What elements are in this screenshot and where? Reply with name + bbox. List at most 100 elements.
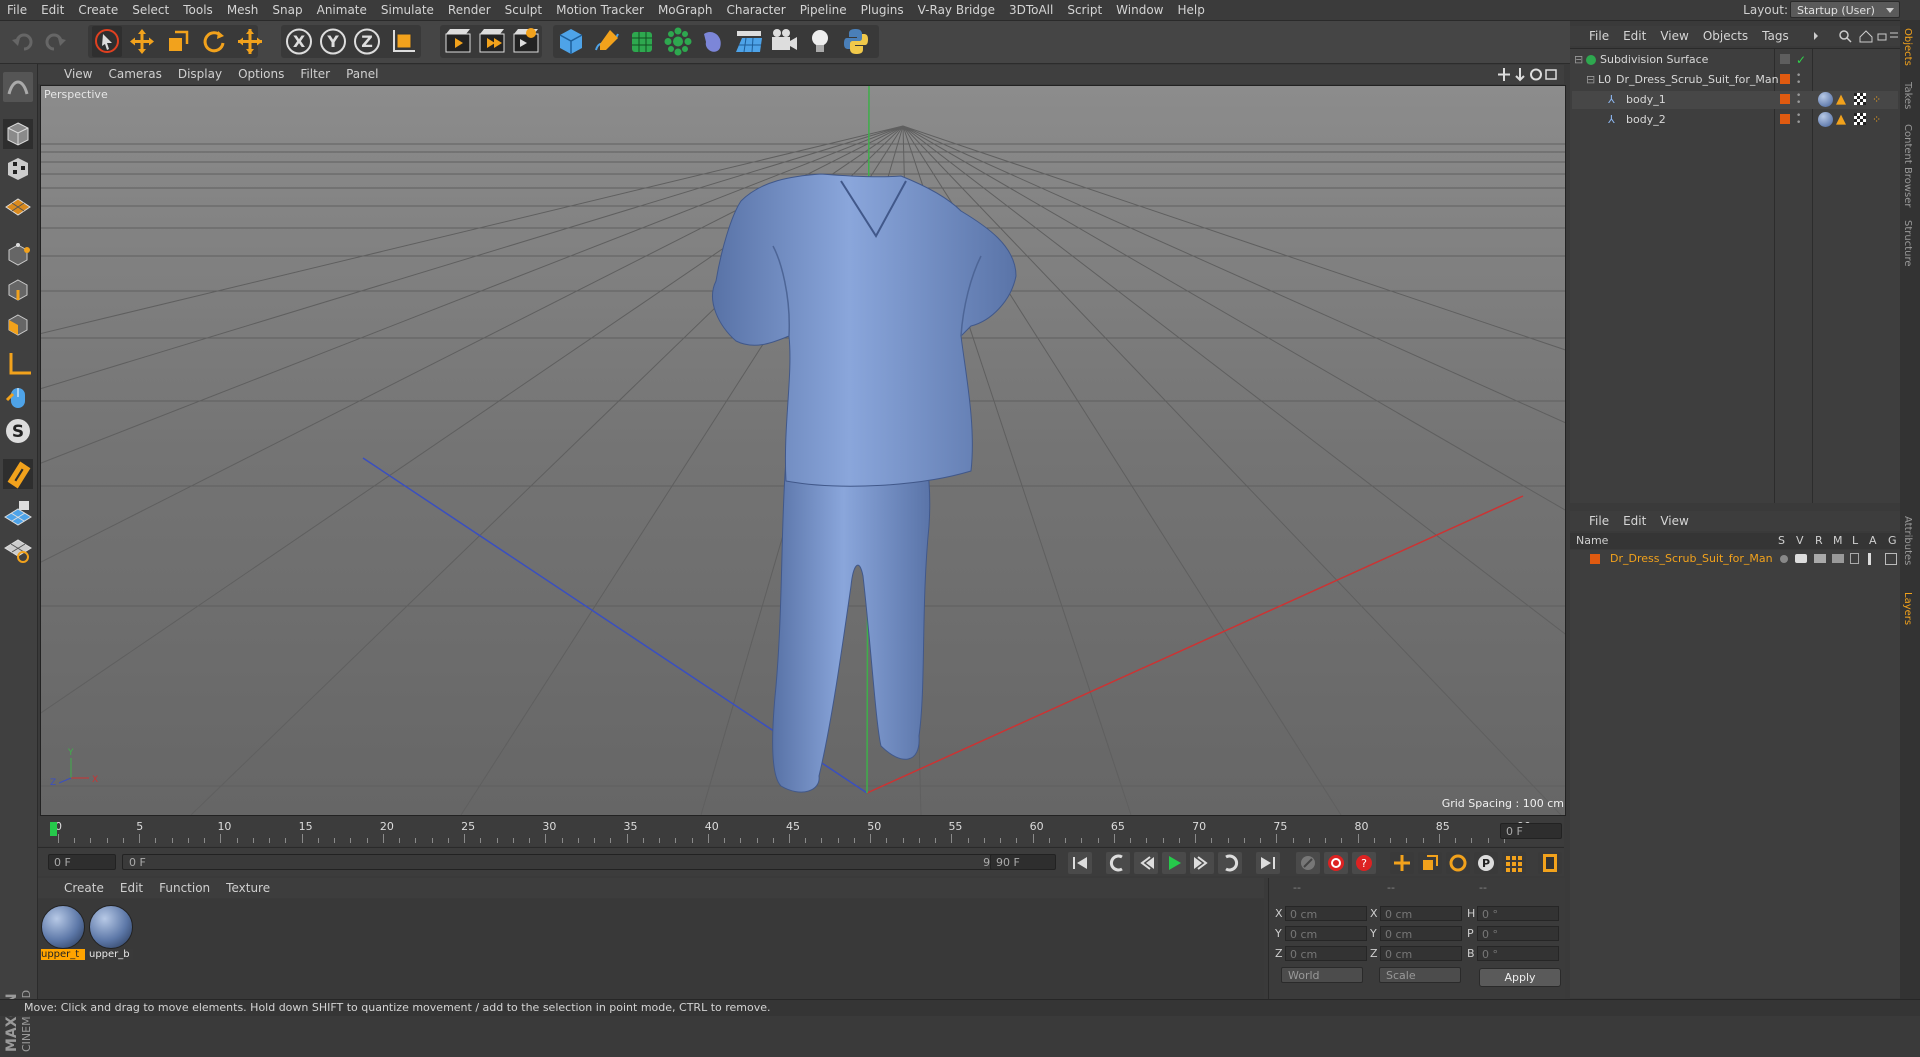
- prev-frame-icon[interactable]: [1134, 852, 1158, 874]
- view-toggle-icon[interactable]: [1795, 554, 1807, 563]
- enabled-check-icon[interactable]: ✓: [1796, 51, 1806, 69]
- generators-toggle-icon[interactable]: [1885, 553, 1897, 565]
- menu-mesh[interactable]: Mesh: [220, 0, 266, 20]
- side-tab-structure[interactable]: Structure: [1902, 220, 1913, 267]
- z-axis-lock-icon[interactable]: Z: [352, 26, 382, 57]
- menu-create[interactable]: Create: [71, 0, 125, 20]
- visibility-dots-icon[interactable]: • •: [1796, 112, 1801, 128]
- floor-environment-icon[interactable]: [734, 26, 764, 57]
- material-menu-edit[interactable]: Edit: [112, 878, 151, 898]
- visibility-dots-icon[interactable]: • •: [1796, 72, 1801, 88]
- size-mode-dropdown[interactable]: Scale: [1379, 967, 1461, 983]
- viewport-menu-display[interactable]: Display: [170, 65, 230, 84]
- apply-button[interactable]: Apply: [1479, 968, 1561, 987]
- play-icon[interactable]: [1162, 852, 1186, 874]
- menu-plugins[interactable]: Plugins: [854, 0, 911, 20]
- move-icon[interactable]: [127, 26, 157, 57]
- side-tab-objects[interactable]: Objects: [1902, 28, 1913, 66]
- material-tag-icon[interactable]: [1818, 92, 1833, 107]
- timeline-layout-icon[interactable]: [1538, 852, 1562, 874]
- layer-col-render[interactable]: R: [1815, 533, 1823, 549]
- position-z-field[interactable]: 0 cm: [1285, 946, 1367, 961]
- goto-end-icon[interactable]: [1256, 852, 1280, 874]
- redo-icon[interactable]: [40, 26, 70, 57]
- select-arrow-icon[interactable]: [92, 26, 122, 57]
- rotate-icon[interactable]: [199, 26, 229, 57]
- rotation-b-field[interactable]: 0 °: [1477, 946, 1559, 961]
- om-menu-edit[interactable]: Edit: [1616, 26, 1653, 46]
- om-menu-tags[interactable]: Tags: [1755, 26, 1796, 46]
- render-view-icon[interactable]: [443, 26, 473, 57]
- menu-animate[interactable]: Animate: [310, 0, 374, 20]
- layer-col-manager[interactable]: M: [1833, 533, 1843, 549]
- timeline-ruler[interactable]: 051015202530354045505560657075808590 0 F: [38, 816, 1564, 846]
- material-menu-texture[interactable]: Texture: [218, 878, 278, 898]
- menu-3dtoall[interactable]: 3DToAll: [1002, 0, 1060, 20]
- menu-mograph[interactable]: MoGraph: [651, 0, 720, 20]
- menu-file[interactable]: File: [0, 0, 34, 20]
- subdivision-surface-icon[interactable]: [627, 26, 657, 57]
- object-row-subdivision-surface[interactable]: ⊟ Subdivision Surface ✓: [1572, 51, 1898, 69]
- lm-menu-file[interactable]: File: [1582, 511, 1616, 531]
- object-row-body-1[interactable]: ⅄ body_1 • • ▲ ⁘: [1572, 91, 1898, 109]
- position-x-field[interactable]: 0 cm: [1285, 906, 1367, 921]
- frame-range-slider[interactable]: 0 F 90 F: [122, 854, 1022, 870]
- make-editable-icon[interactable]: [3, 72, 33, 102]
- material-swatch[interactable]: upper_b: [89, 905, 133, 960]
- playhead-marker[interactable]: [50, 822, 57, 836]
- edges-mode-icon[interactable]: [3, 274, 33, 304]
- menu-render[interactable]: Render: [441, 0, 498, 20]
- record-keys-icon[interactable]: [1296, 852, 1320, 874]
- next-frame-icon[interactable]: [1190, 852, 1214, 874]
- size-x-field[interactable]: 0 cm: [1380, 906, 1462, 921]
- key-scale-icon[interactable]: [1418, 852, 1442, 874]
- menu-simulate[interactable]: Simulate: [374, 0, 441, 20]
- tweak-mode-icon[interactable]: [3, 382, 33, 412]
- cube-icon[interactable]: [556, 26, 586, 57]
- camera-icon[interactable]: [769, 26, 799, 57]
- menu-edit[interactable]: Edit: [34, 0, 71, 20]
- viewport-menu-filter[interactable]: Filter: [292, 65, 338, 84]
- current-frame-field[interactable]: 0 F: [48, 854, 116, 870]
- size-y-field[interactable]: 0 cm: [1380, 926, 1462, 941]
- key-position-icon[interactable]: [1390, 852, 1414, 874]
- menu-pipeline[interactable]: Pipeline: [793, 0, 854, 20]
- key-rotation-icon[interactable]: [1446, 852, 1470, 874]
- material-menu-create[interactable]: Create: [56, 878, 112, 898]
- y-axis-lock-icon[interactable]: Y: [318, 26, 348, 57]
- pen-spline-icon[interactable]: [592, 26, 622, 57]
- render-toggle-icon[interactable]: [1814, 554, 1826, 563]
- next-key-icon[interactable]: [1218, 852, 1242, 874]
- prev-key-icon[interactable]: [1106, 852, 1130, 874]
- autokey-icon[interactable]: [1324, 852, 1348, 874]
- light-icon[interactable]: [805, 26, 835, 57]
- menu-vray-bridge[interactable]: V-Ray Bridge: [911, 0, 1002, 20]
- size-z-field[interactable]: 0 cm: [1380, 946, 1462, 961]
- axis-mode-icon[interactable]: [3, 349, 33, 379]
- side-tab-attributes[interactable]: Attributes: [1902, 516, 1913, 565]
- keyframe-selection-icon[interactable]: ?: [1352, 852, 1376, 874]
- layer-row[interactable]: Dr_Dress_Scrub_Suit_for_Man: [1570, 550, 1900, 568]
- coordinate-space-dropdown[interactable]: World: [1281, 967, 1363, 983]
- coordinate-system-icon[interactable]: [388, 26, 418, 57]
- om-menu-objects[interactable]: Objects: [1696, 26, 1755, 46]
- snapping-icon[interactable]: S: [3, 416, 33, 446]
- deformer-icon[interactable]: [698, 26, 728, 57]
- lm-menu-view[interactable]: View: [1653, 511, 1695, 531]
- visibility-icon[interactable]: [1780, 54, 1790, 64]
- phong-tag-icon[interactable]: ▲: [1836, 111, 1846, 129]
- goto-start-icon[interactable]: [1068, 852, 1092, 874]
- side-tab-takes[interactable]: Takes: [1902, 82, 1913, 109]
- layout-dropdown[interactable]: Startup (User): [1790, 1, 1900, 18]
- layer-color-icon[interactable]: [1780, 114, 1790, 124]
- viewport-menu-cameras[interactable]: Cameras: [100, 65, 169, 84]
- menu-help[interactable]: Help: [1170, 0, 1211, 20]
- om-menu-view[interactable]: View: [1653, 26, 1695, 46]
- selection-tag-icon[interactable]: ⁘: [1872, 91, 1881, 109]
- texture-mode-icon[interactable]: [3, 154, 33, 184]
- scale-icon[interactable]: [163, 26, 193, 57]
- material-menu-function[interactable]: Function: [151, 878, 218, 898]
- viewport-menu-view[interactable]: View: [56, 65, 100, 84]
- render-settings-icon[interactable]: [511, 26, 541, 57]
- layer-col-locked[interactable]: L: [1852, 533, 1858, 549]
